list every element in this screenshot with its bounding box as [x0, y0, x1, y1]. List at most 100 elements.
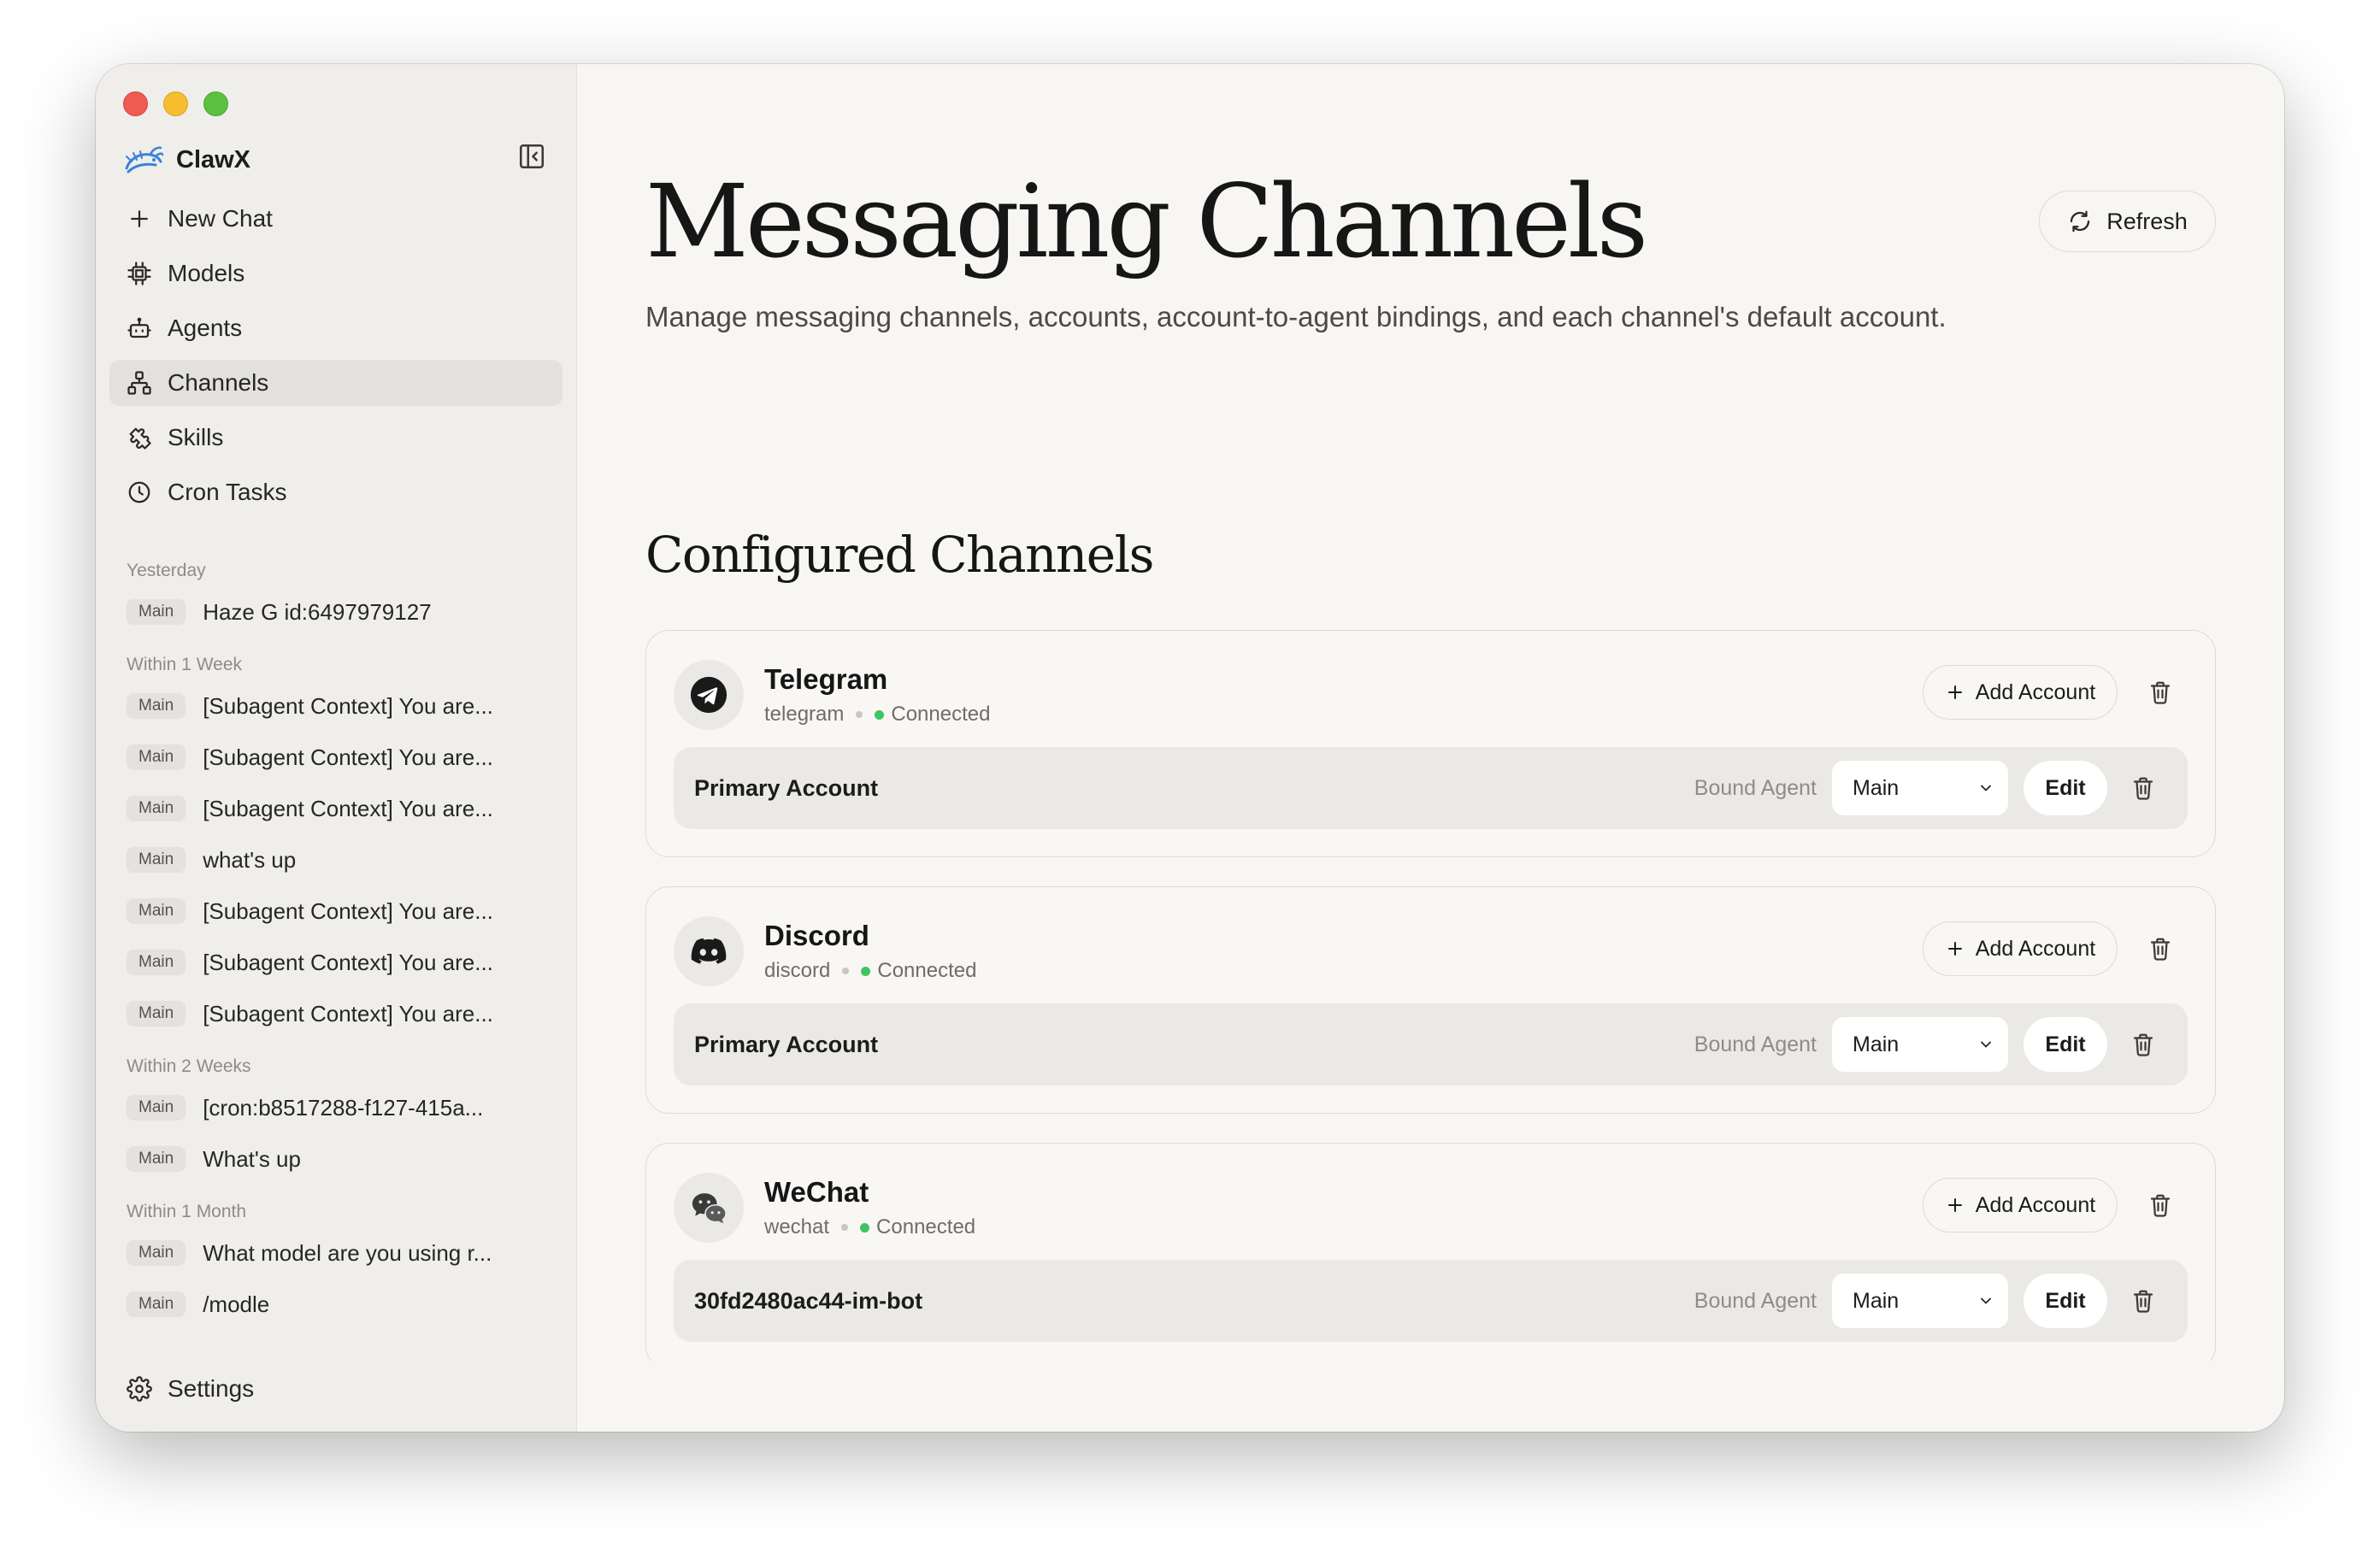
page-subtitle: Manage messaging channels, accounts, acc…: [645, 301, 1947, 332]
channel-meta: discord Connected: [764, 959, 976, 983]
add-account-button[interactable]: Add Account: [1923, 665, 2118, 720]
add-account-button[interactable]: Add Account: [1923, 1178, 2118, 1232]
sidebar-item-models[interactable]: Models: [109, 250, 563, 297]
status-badge: Connected: [875, 703, 990, 727]
history-item[interactable]: Main [cron:b8517288-f127-415a...: [109, 1082, 563, 1133]
account-name: Primary Account: [694, 775, 879, 801]
nav-label: Skills: [168, 424, 224, 450]
history-group-label: Within 2 Weeks: [127, 1056, 251, 1076]
channel-name: Telegram: [764, 663, 888, 695]
discord-icon: [691, 938, 727, 964]
history-item-title: [Subagent Context] You are...: [203, 744, 493, 770]
channel-id: wechat: [764, 1215, 830, 1238]
settings-label: Settings: [168, 1375, 255, 1402]
delete-channel-button[interactable]: [2143, 1188, 2177, 1222]
refresh-icon: [2071, 210, 2090, 232]
history-item[interactable]: Main what's up: [109, 834, 563, 885]
separator-dot: [856, 711, 863, 718]
channel-name: WeChat: [764, 1176, 869, 1208]
sidebar-item-channels[interactable]: Channels: [109, 360, 563, 406]
history-item[interactable]: Main [Subagent Context] You are...: [109, 937, 563, 988]
channel-icon-container: [674, 660, 744, 730]
puzzle-icon: [129, 427, 151, 450]
status-text: Connected: [876, 1215, 976, 1238]
minimize-window-button[interactable]: [163, 91, 188, 116]
history-item[interactable]: Main /modle: [109, 1279, 563, 1330]
nav-label: Agents: [168, 315, 243, 341]
section-title: Configured Channels: [645, 526, 1154, 584]
add-account-label: Add Account: [1975, 679, 2096, 704]
status-text: Connected: [891, 703, 991, 726]
agent-badge: Main: [127, 744, 186, 770]
history-item-title: /modle: [203, 1291, 270, 1317]
history-item[interactable]: Main What model are you using r...: [109, 1227, 563, 1279]
history-item-title: [Subagent Context] You are...: [203, 795, 493, 821]
history-item[interactable]: Main [Subagent Context] You are...: [109, 680, 563, 732]
wechat-icon: [692, 1193, 727, 1224]
new-chat-button[interactable]: New Chat: [109, 196, 563, 242]
agent-badge: Main: [127, 599, 186, 625]
zoom-window-button[interactable]: [203, 91, 228, 116]
history-item[interactable]: Main [Subagent Context] You are...: [109, 732, 563, 783]
edit-account-button[interactable]: Edit: [2024, 761, 2107, 815]
bound-agent-select[interactable]: Main: [1832, 1017, 2008, 1072]
history-item[interactable]: Main What's up: [109, 1133, 563, 1185]
refresh-button[interactable]: Refresh: [2039, 191, 2216, 252]
agent-badge: Main: [127, 693, 186, 719]
nav-label: Models: [168, 260, 245, 286]
trash-icon: [2133, 1033, 2153, 1056]
selected-agent: Main: [1853, 1032, 1900, 1056]
history-item-title: [Subagent Context] You are...: [203, 949, 493, 975]
account-row: Primary Account Bound Agent Main Edit: [674, 1003, 2188, 1085]
add-account-button[interactable]: Add Account: [1923, 921, 2118, 976]
channel-id: discord: [764, 959, 831, 982]
chip-icon: [127, 262, 151, 285]
bot-icon: [127, 317, 151, 338]
sidebar-collapse-icon: [519, 144, 545, 169]
sidebar-item-skills[interactable]: Skills: [109, 415, 563, 461]
plus-icon: [1947, 942, 1962, 956]
history-item-title: What's up: [203, 1145, 301, 1172]
lobster-logo-icon: [125, 146, 164, 174]
status-dot-icon: [860, 1222, 870, 1232]
history-item[interactable]: Main [Subagent Context] You are...: [109, 783, 563, 834]
add-account-label: Add Account: [1975, 936, 2096, 961]
edit-account-button[interactable]: Edit: [2024, 1274, 2107, 1328]
collapse-sidebar-button[interactable]: [515, 139, 549, 174]
chevron-down-icon: [1981, 785, 1991, 791]
status-dot-icon: [875, 709, 885, 720]
trash-icon: [2150, 1194, 2171, 1217]
channel-card-discord: Discord discord Connected Add Account Pr…: [645, 886, 2216, 1114]
bound-agent-select[interactable]: Main: [1832, 761, 2008, 815]
delete-account-button[interactable]: [2126, 1027, 2160, 1062]
plus-icon: [131, 210, 148, 227]
settings-button[interactable]: Settings: [127, 1375, 254, 1403]
close-window-button[interactable]: [123, 91, 148, 116]
gear-icon: [127, 1376, 152, 1402]
delete-channel-button[interactable]: [2143, 932, 2177, 966]
delete-channel-button[interactable]: [2143, 675, 2177, 709]
channel-meta: telegram Connected: [764, 703, 990, 727]
agent-badge: Main: [127, 847, 186, 873]
history-item[interactable]: Main [Subagent Context] You are...: [109, 988, 563, 1039]
nav-label: Channels: [168, 369, 269, 396]
delete-account-button[interactable]: [2126, 1284, 2160, 1318]
history-item-title: What model are you using r...: [203, 1239, 492, 1266]
account-row: Primary Account Bound Agent Main Edit: [674, 747, 2188, 829]
network-icon: [127, 371, 151, 395]
selected-agent: Main: [1853, 775, 1900, 800]
status-badge: Connected: [860, 1215, 975, 1239]
bound-agent-select[interactable]: Main: [1832, 1274, 2008, 1328]
history-item[interactable]: Main Haze G id:6497979127: [109, 586, 563, 638]
status-dot-icon: [861, 966, 871, 976]
history-item[interactable]: Main [Subagent Context] You are...: [109, 885, 563, 937]
status-text: Connected: [877, 959, 977, 982]
sidebar-item-cron-tasks[interactable]: Cron Tasks: [109, 469, 563, 515]
sidebar-item-agents[interactable]: Agents: [109, 305, 563, 351]
edit-account-button[interactable]: Edit: [2024, 1017, 2107, 1072]
agent-badge: Main: [127, 1146, 186, 1172]
delete-account-button[interactable]: [2126, 771, 2160, 805]
bound-agent-label: Bound Agent: [1694, 776, 1817, 800]
separator-dot: [841, 1224, 849, 1231]
account-name: 30fd2480ac44-im-bot: [694, 1288, 923, 1314]
